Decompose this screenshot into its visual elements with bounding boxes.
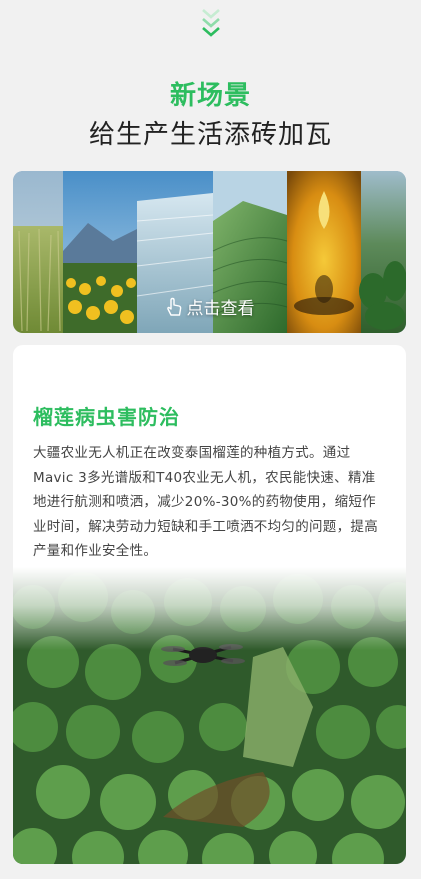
drone-over-orchard-image — [13, 567, 406, 864]
view-scenes-link[interactable]: 点击查看 — [13, 294, 406, 319]
scroll-down-chevrons-icon — [0, 6, 421, 42]
view-scenes-label: 点击查看 — [186, 299, 255, 319]
tap-hand-icon — [166, 297, 181, 316]
card-title: 榴莲病虫害防治 — [33, 405, 180, 429]
headline-black: 给生产生活添砖加瓦 — [88, 120, 332, 150]
scenes-banner[interactable]: 点击查看 — [13, 171, 406, 333]
card-description: 大疆农业无人机正在改变泰国榴莲的种植方式。通过Mavic 3多光谱版和T40农业… — [33, 445, 378, 559]
headline-green: 新场景 — [169, 81, 251, 111]
durian-pest-control-card: 榴莲病虫害防治 大疆农业无人机正在改变泰国榴莲的种植方式。通过Mavic 3多光… — [13, 345, 406, 864]
section-headline: 新场景 给生产生活添砖加瓦 — [0, 80, 421, 154]
